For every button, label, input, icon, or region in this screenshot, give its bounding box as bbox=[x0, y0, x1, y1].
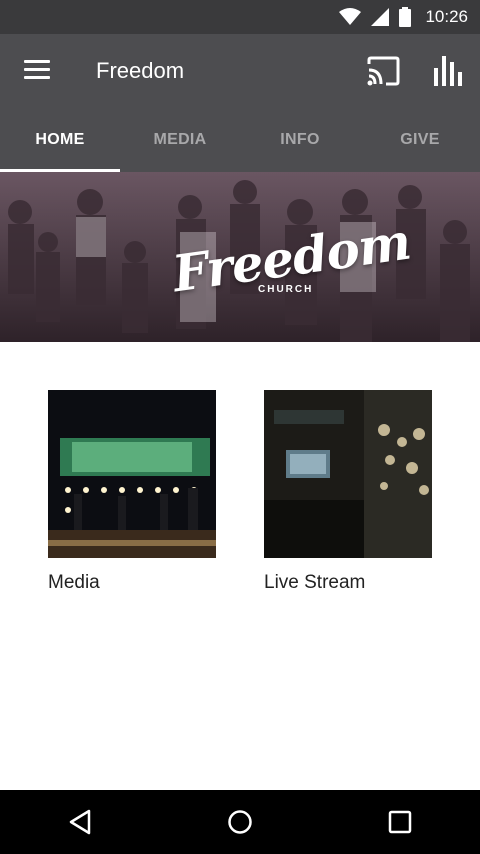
equalizer-icon[interactable] bbox=[434, 54, 462, 86]
live-stream-photo-icon bbox=[264, 390, 432, 558]
system-nav-bar bbox=[0, 790, 480, 854]
app-bar: Freedom bbox=[0, 34, 480, 108]
hamburger-menu-icon[interactable] bbox=[24, 60, 50, 80]
media-card[interactable]: Media bbox=[48, 390, 216, 594]
media-card-label: Media bbox=[48, 572, 100, 593]
back-icon[interactable] bbox=[60, 802, 100, 842]
cast-icon[interactable] bbox=[366, 56, 400, 86]
tab-bar: HOME MEDIA INFO GIVE bbox=[0, 108, 480, 172]
recents-icon[interactable] bbox=[380, 802, 420, 842]
stage-photo-icon bbox=[48, 390, 216, 558]
status-time: 10:26 bbox=[425, 7, 468, 26]
status-bar: 10:26 bbox=[0, 0, 480, 34]
app-title: Freedom bbox=[96, 58, 185, 83]
live-stream-card[interactable]: Live Stream bbox=[264, 390, 432, 594]
hero-logo-sub: CHURCH bbox=[258, 284, 314, 295]
live-stream-card-label: Live Stream bbox=[264, 572, 366, 593]
home-icon[interactable] bbox=[220, 802, 260, 842]
battery-icon bbox=[399, 7, 412, 27]
tab-info[interactable]: INFO bbox=[240, 108, 360, 172]
signal-icon bbox=[371, 8, 390, 26]
hero-banner: Freedom CHURCH bbox=[0, 172, 480, 342]
tab-media[interactable]: MEDIA bbox=[120, 108, 240, 172]
tab-give[interactable]: GIVE bbox=[360, 108, 480, 172]
tab-home[interactable]: HOME bbox=[0, 108, 120, 172]
wifi-icon bbox=[339, 8, 362, 25]
